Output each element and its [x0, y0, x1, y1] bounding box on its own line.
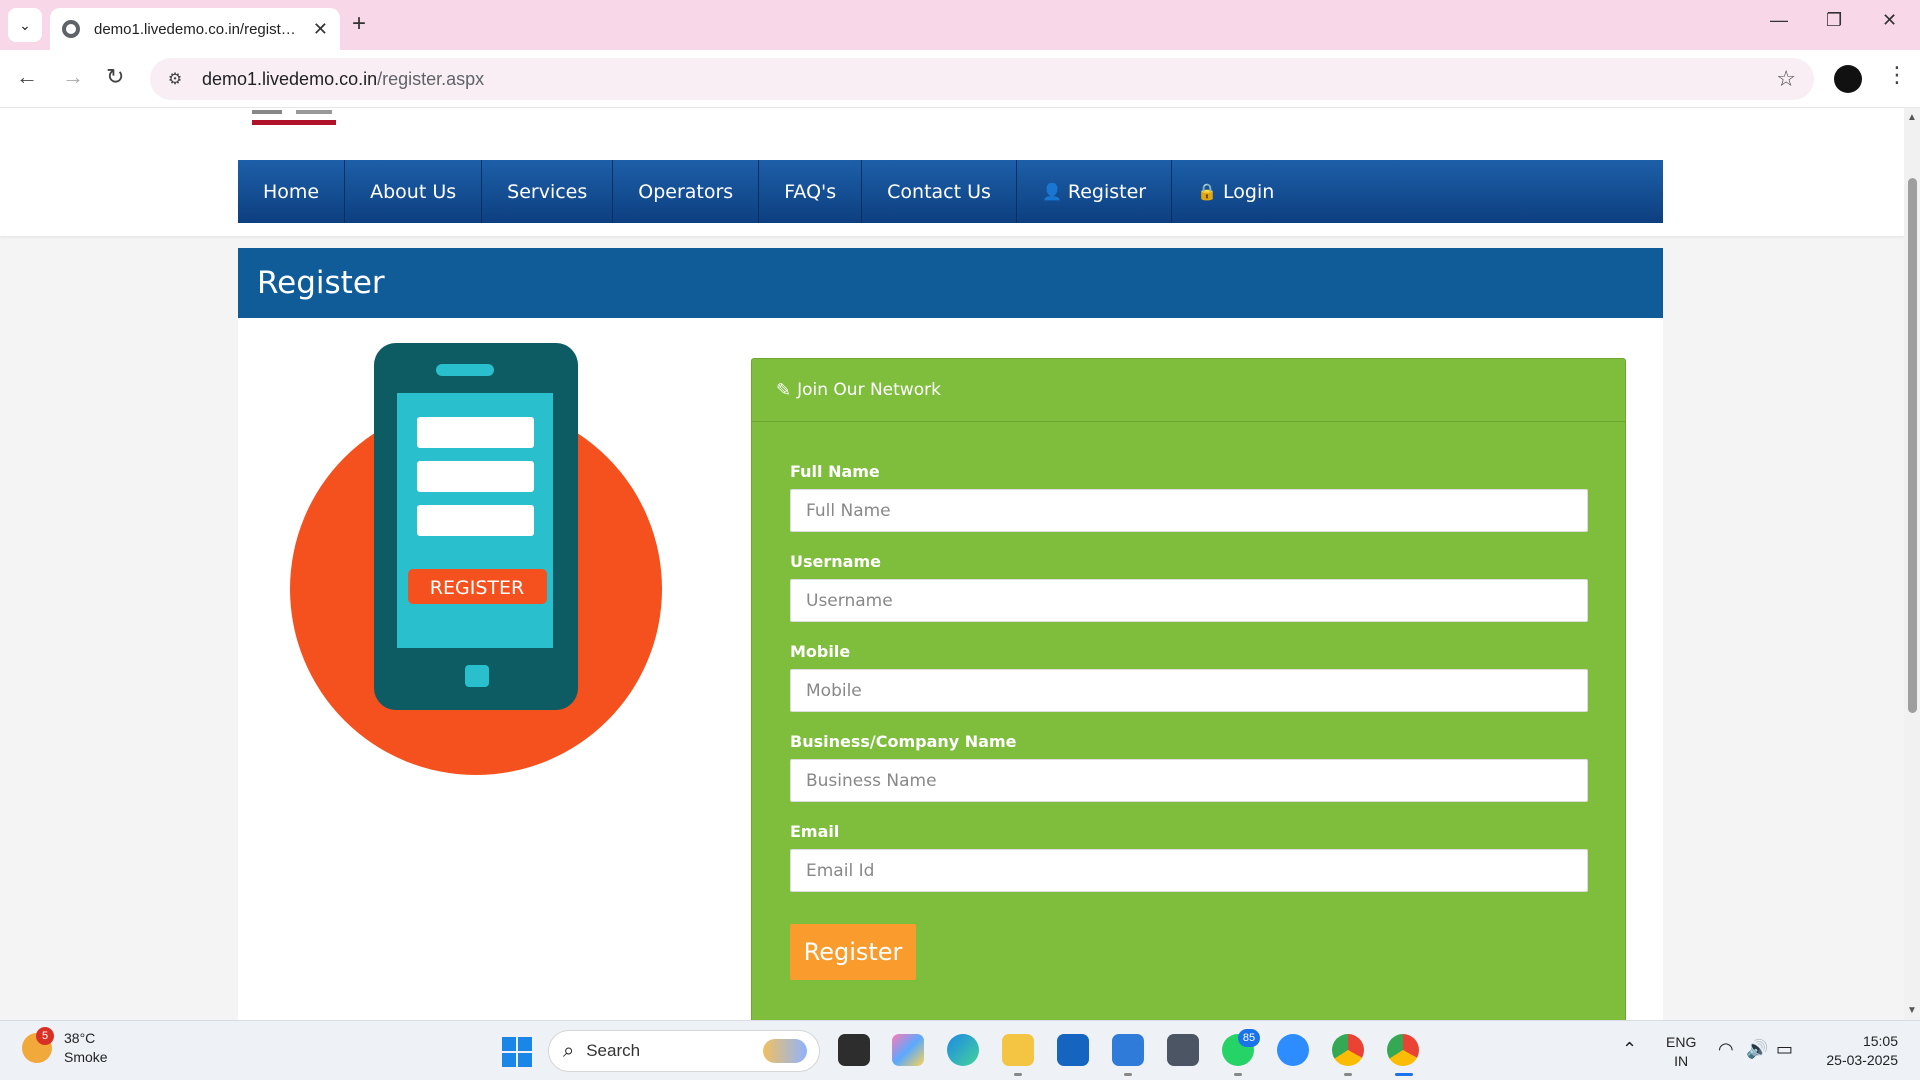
email-label: Email: [790, 822, 840, 841]
store-icon[interactable]: [1057, 1034, 1089, 1066]
nav-login[interactable]: 🔒 Login: [1172, 160, 1299, 223]
scroll-thumb[interactable]: [1908, 178, 1917, 713]
register-form: Full Name Username Mobile Business/Compa…: [752, 422, 1625, 980]
business-name-input[interactable]: [790, 759, 1588, 802]
nav-operators[interactable]: Operators: [613, 160, 760, 223]
field-mobile: Mobile: [790, 642, 1588, 712]
nav-services[interactable]: Services: [482, 160, 614, 223]
page-title: Register: [257, 265, 385, 301]
site-header: Home About Us Services Operators FAQ's C…: [0, 108, 1904, 236]
register-panel: Register REGISTER ✎ Join Our Network Ful…: [238, 248, 1663, 1020]
business-name-label: Business/Company Name: [790, 732, 1017, 751]
field-username: Username: [790, 552, 1588, 622]
profile-avatar[interactable]: [1834, 65, 1862, 93]
address-bar[interactable]: ⚙ demo1.livedemo.co.in/register.aspx ☆: [150, 58, 1814, 100]
mobile-label: Mobile: [790, 642, 851, 661]
form-heading: Join Our Network: [797, 380, 941, 400]
windows-start-icon[interactable]: [502, 1037, 532, 1067]
full-name-label: Full Name: [790, 462, 880, 481]
minimize-icon[interactable]: —: [1770, 10, 1788, 31]
taskbar-search-label: Search: [586, 1041, 641, 1060]
browser-tab-bar: ⌄ demo1.livedemo.co.in/register.aspx ✕ +…: [0, 0, 1920, 50]
calculator-icon[interactable]: [1167, 1034, 1199, 1066]
edge-icon[interactable]: [947, 1034, 979, 1066]
scroll-down-icon[interactable]: ▼: [1907, 1005, 1917, 1016]
file-explorer-icon[interactable]: [1002, 1034, 1034, 1066]
nav-faqs[interactable]: FAQ's: [759, 160, 863, 223]
register-form-card: ✎ Join Our Network Full Name Username Mo…: [751, 358, 1626, 1020]
forward-icon[interactable]: →: [62, 64, 84, 90]
site-settings-icon[interactable]: ⚙: [164, 68, 186, 90]
whatsapp-badge: 85: [1238, 1029, 1260, 1047]
bookmark-star-icon[interactable]: ☆: [1776, 66, 1796, 92]
chevron-down-icon: ⌄: [19, 16, 31, 33]
taskbar-search[interactable]: ⌕ Search: [548, 1030, 820, 1072]
main-navigation: Home About Us Services Operators FAQ's C…: [238, 160, 1663, 223]
panel-header: Register: [238, 248, 1663, 318]
tab-search-button[interactable]: ⌄: [8, 8, 42, 42]
field-email: Email: [790, 822, 1588, 892]
phone-home-button: [465, 665, 489, 687]
full-name-input[interactable]: [790, 489, 1588, 532]
search-icon: ⌕: [563, 1039, 575, 1062]
scroll-up-icon[interactable]: ▲: [1907, 112, 1917, 123]
language-indicator[interactable]: ENG IN: [1666, 1033, 1696, 1071]
form-card-header: ✎ Join Our Network: [752, 359, 1625, 422]
back-icon[interactable]: ←: [16, 64, 38, 90]
url-text: demo1.livedemo.co.in/register.aspx: [202, 68, 485, 89]
phone-register-label: REGISTER: [430, 577, 524, 599]
weather-temp: 38°C: [64, 1030, 96, 1046]
show-hidden-icons-icon[interactable]: ⌃: [1622, 1039, 1637, 1060]
email-input[interactable]: [790, 849, 1588, 892]
restore-icon[interactable]: ❐: [1826, 10, 1842, 31]
weather-widget[interactable]: 5 38°C Smoke: [22, 1027, 108, 1067]
nav-contact-us[interactable]: Contact Us: [862, 160, 1017, 223]
notepad-icon[interactable]: [1112, 1034, 1144, 1066]
new-tab-icon[interactable]: +: [352, 10, 366, 38]
weather-text: 38°C Smoke: [64, 1029, 108, 1067]
copilot-icon[interactable]: [892, 1034, 924, 1066]
browser-toolbar: ← → ↻ ⚙ demo1.livedemo.co.in/register.as…: [0, 50, 1920, 108]
phone-field-3: [417, 505, 534, 536]
username-label: Username: [790, 552, 881, 571]
pencil-icon: ✎: [776, 379, 792, 401]
user-plus-icon: 👤: [1041, 182, 1062, 201]
chrome-active-icon[interactable]: [1387, 1034, 1419, 1066]
window-close-icon[interactable]: ✕: [1882, 10, 1897, 31]
nav-about-us[interactable]: About Us: [345, 160, 483, 223]
nav-register[interactable]: 👤 Register: [1017, 160, 1173, 223]
close-icon[interactable]: ✕: [313, 19, 328, 40]
phone-field-2: [417, 461, 534, 492]
page-viewport: Home About Us Services Operators FAQ's C…: [0, 108, 1904, 1020]
field-business-name: Business/Company Name: [790, 732, 1588, 802]
mobile-input[interactable]: [790, 669, 1588, 712]
wifi-icon[interactable]: ◠: [1718, 1039, 1734, 1060]
weather-badge: 5: [36, 1027, 54, 1045]
windows-taskbar: 5 38°C Smoke ⌕ Search 85 ⌃ ENG IN ◠ 🔊 ▭ …: [0, 1020, 1920, 1080]
nav-home[interactable]: Home: [238, 160, 346, 223]
lock-icon: 🔒: [1197, 182, 1218, 201]
browser-tab[interactable]: demo1.livedemo.co.in/register.aspx ✕: [50, 8, 340, 50]
weather-desc: Smoke: [64, 1049, 108, 1065]
field-full-name: Full Name: [790, 462, 1588, 532]
reload-icon[interactable]: ↻: [106, 64, 124, 90]
register-illustration: REGISTER: [290, 343, 662, 775]
phone-speaker: [436, 364, 494, 376]
zoom-icon[interactable]: [1277, 1034, 1309, 1066]
battery-icon[interactable]: ▭: [1776, 1039, 1793, 1060]
chrome-icon[interactable]: [1332, 1034, 1364, 1066]
globe-icon: [62, 20, 80, 38]
register-submit-button[interactable]: Register: [790, 924, 916, 980]
page-scrollbar[interactable]: ▲ ▼: [1904, 108, 1920, 1020]
site-logo[interactable]: [252, 108, 336, 130]
username-input[interactable]: [790, 579, 1588, 622]
weather-icon: 5: [22, 1027, 54, 1063]
tab-title: demo1.livedemo.co.in/register.aspx: [94, 20, 303, 38]
phone-field-1: [417, 417, 534, 448]
system-clock[interactable]: 15:05 25-03-2025: [1818, 1032, 1898, 1070]
task-view-icon[interactable]: [838, 1034, 870, 1066]
search-highlight-icon: [763, 1039, 807, 1063]
volume-icon[interactable]: 🔊: [1746, 1039, 1768, 1060]
menu-kebab-icon[interactable]: ⋮: [1886, 62, 1908, 88]
